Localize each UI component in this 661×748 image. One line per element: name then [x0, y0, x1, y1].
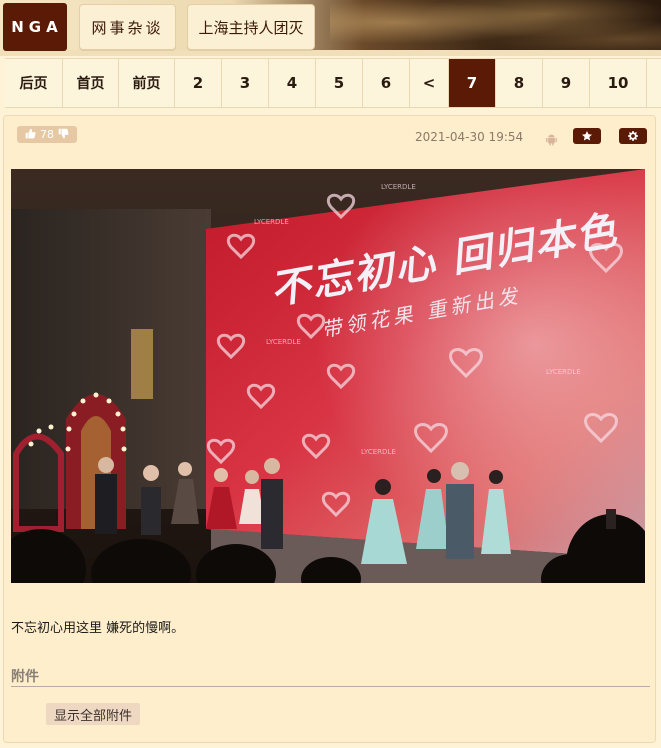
- star-icon: [582, 131, 592, 141]
- attachments-divider: [11, 686, 650, 687]
- pager-page-4[interactable]: 4: [269, 59, 316, 107]
- pager-page-5[interactable]: 5: [316, 59, 363, 107]
- gear-icon: [628, 131, 638, 141]
- favorite-button[interactable]: [573, 128, 601, 144]
- breadcrumb-thread[interactable]: 上海主持人团灭: [187, 4, 315, 50]
- post-datetime: 2021-04-30 19:54: [415, 130, 524, 144]
- pager-page-9[interactable]: 9: [543, 59, 590, 107]
- breadcrumb-forum[interactable]: 网事杂谈: [79, 4, 176, 50]
- settings-button[interactable]: [619, 128, 647, 144]
- show-all-attachments-button[interactable]: 显示全部附件: [46, 703, 141, 725]
- pager-page-6[interactable]: 6: [363, 59, 410, 107]
- thumbs-down-icon[interactable]: [58, 128, 69, 142]
- vote-count: 78: [40, 128, 54, 141]
- image-brand-text-4: LYCERDLE: [546, 368, 581, 376]
- image-brand-text-5: LYCERDLE: [361, 448, 396, 456]
- thumbs-up-icon[interactable]: [25, 128, 36, 142]
- pager-page-2[interactable]: 2: [175, 59, 222, 107]
- pager-page-7-current[interactable]: 7: [449, 59, 496, 107]
- pager-expand[interactable]: <: [410, 59, 449, 107]
- image-brand-text-1: LYCERDLE: [254, 218, 289, 226]
- attachments-heading: 附件: [11, 669, 39, 685]
- pager-page-3[interactable]: 3: [222, 59, 269, 107]
- nga-logo[interactable]: NGA: [3, 3, 67, 51]
- pagination-bar: 后页 首页 前页 2 3 4 5 6 < 7 8 9 10: [5, 58, 661, 108]
- pager-first-page[interactable]: 首页: [63, 59, 119, 107]
- header-decoration: [330, 0, 661, 56]
- pager-next-page[interactable]: 后页: [5, 59, 63, 107]
- pager-page-10[interactable]: 10: [590, 59, 647, 107]
- android-icon: [546, 131, 557, 146]
- post-body-text: 不忘初心用这里 嫌死的慢啊。: [11, 621, 185, 636]
- pager-prev-page[interactable]: 前页: [119, 59, 175, 107]
- pager-page-8[interactable]: 8: [496, 59, 543, 107]
- vote-widget: 78: [17, 126, 77, 143]
- header-band: [0, 50, 661, 56]
- image-brand-text-3: LYCERDLE: [266, 338, 301, 346]
- image-brand-text-2: LYCERDLE: [381, 183, 416, 191]
- post-image[interactable]: LYCERDLE LYCERDLE LYCERDLE LYCERDLE LYCE…: [11, 169, 645, 583]
